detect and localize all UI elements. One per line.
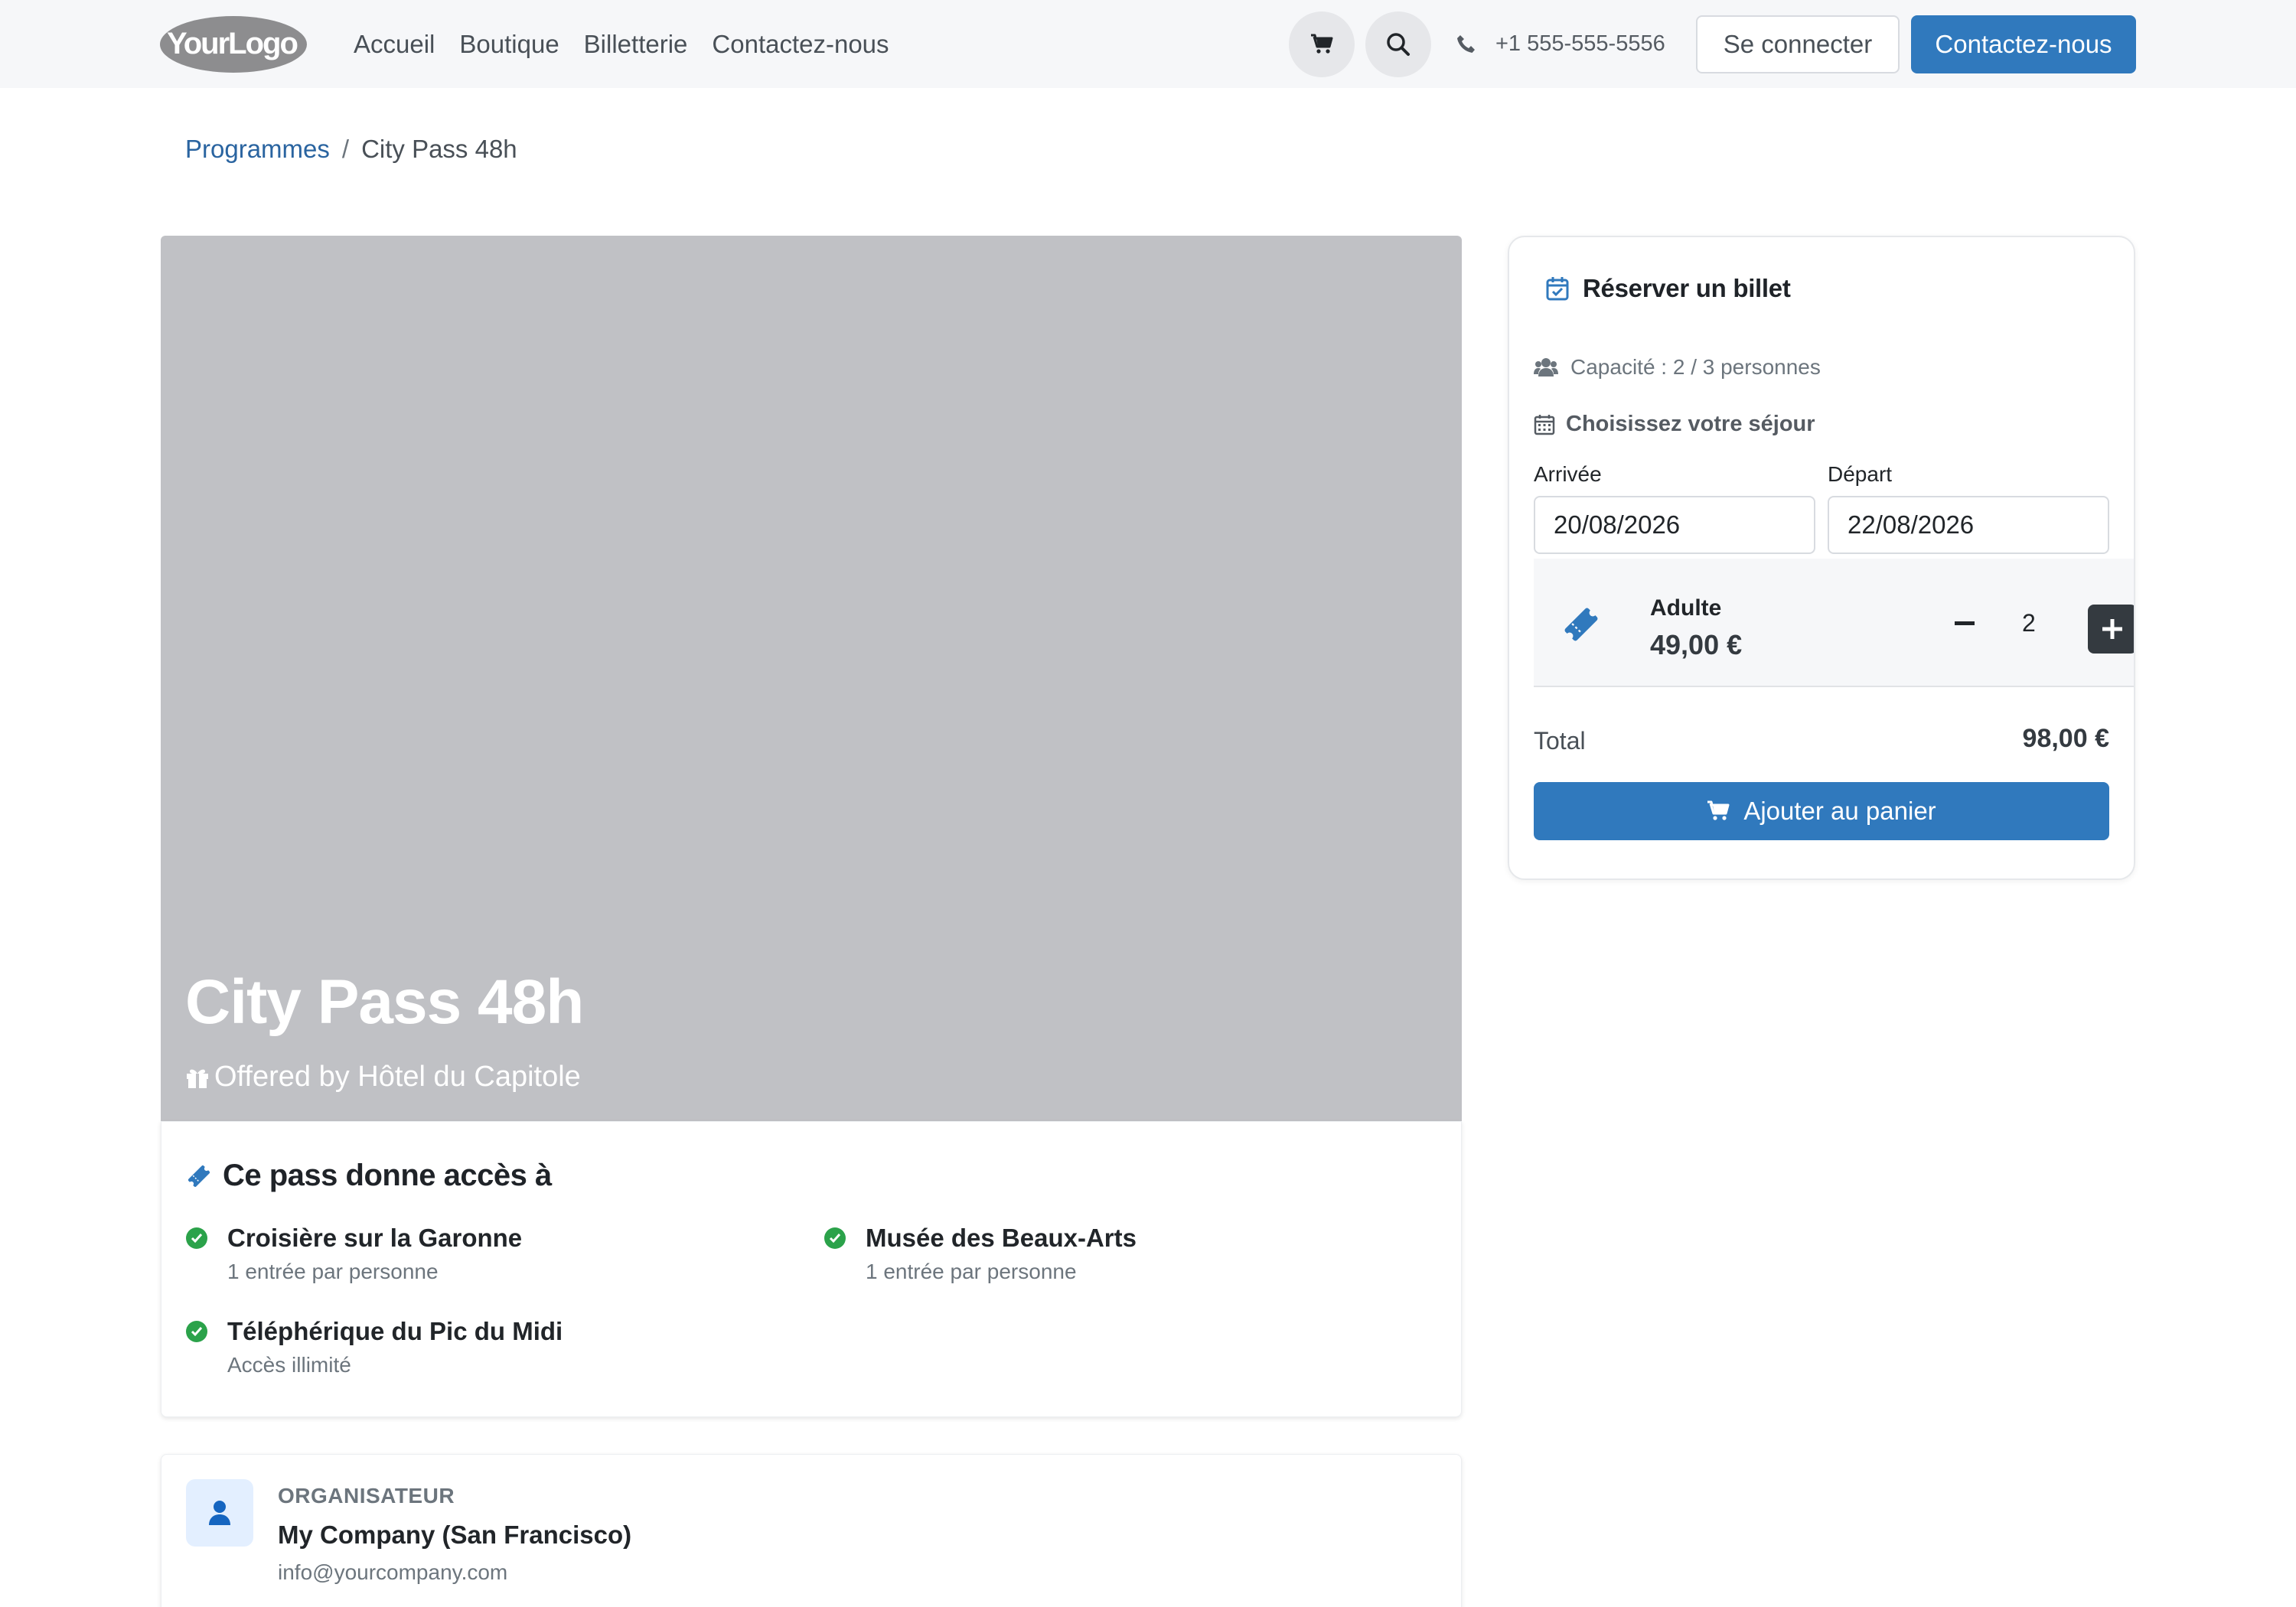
nav-item-contact[interactable]: Contactez-nous: [712, 30, 889, 59]
nav-item-billetterie[interactable]: Billetterie: [584, 30, 688, 59]
breadcrumb: Programmes / City Pass 48h: [185, 135, 517, 164]
calendar-icon: [1534, 414, 1555, 435]
ticket-name: Adulte: [1650, 595, 1722, 621]
access-item-name: Musée des Beaux-Arts: [866, 1224, 1137, 1252]
capacity: Capacité : 2 / 3 personnes: [1534, 355, 1821, 380]
access-item: Croisière sur la Garonne 1 entrée par pe…: [186, 1223, 522, 1284]
add-to-cart-label: Ajouter au panier: [1743, 797, 1936, 825]
arrival-label: Arrivée: [1534, 462, 1602, 486]
main-nav: Accueil Boutique Billetterie Contactez-n…: [354, 0, 889, 88]
plus-icon: [2102, 619, 2122, 639]
logo[interactable]: YourLogo: [159, 14, 308, 73]
nav-item-accueil[interactable]: Accueil: [354, 30, 435, 59]
total-value: 98,00 €: [2022, 724, 2109, 753]
calendar-check-icon: [1546, 277, 1569, 301]
total-label: Total: [1534, 727, 1586, 755]
hero-image: City Pass 48h Offered by Hôtel du Capito…: [161, 236, 1462, 1121]
arrival-date-input[interactable]: 20/08/2026: [1534, 496, 1815, 554]
ticket-row: Adulte 49,00 € 2: [1534, 559, 2134, 687]
login-button[interactable]: Se connecter: [1696, 15, 1900, 73]
organizer-email[interactable]: info@yourcompany.com: [278, 1560, 507, 1585]
nav-item-boutique[interactable]: Boutique: [459, 30, 559, 59]
add-to-cart-button[interactable]: Ajouter au panier: [1534, 782, 2109, 840]
check-circle-icon: [824, 1227, 846, 1249]
hero-subtitle-text: Offered by Hôtel du Capitole: [214, 1061, 581, 1093]
access-item: Téléphérique du Pic du Midi Accès illimi…: [186, 1316, 563, 1377]
stay-label: Choisissez votre séjour: [1534, 412, 1815, 437]
access-item: Musée des Beaux-Arts 1 entrée par person…: [824, 1223, 1137, 1284]
cart-icon: [1707, 800, 1730, 820]
departure-label: Départ: [1828, 462, 1893, 486]
page-title: City Pass 48h: [185, 967, 584, 1037]
access-title: Ce pass donne accès à: [186, 1159, 552, 1193]
organizer-card: ORGANISATEUR My Company (San Francisco) …: [161, 1454, 1462, 1607]
access-item-note: 1 entrée par personne: [866, 1260, 1077, 1283]
ticket-price: 49,00 €: [1650, 629, 1743, 660]
quantity-value: 2: [2022, 609, 2036, 637]
check-circle-icon: [186, 1227, 207, 1249]
booking-card: Réserver un billet Capacité : 2 / 3 pers…: [1508, 236, 2135, 880]
user-icon: [209, 1501, 230, 1525]
access-item-name: Croisière sur la Garonne: [227, 1224, 523, 1252]
phone-icon: [1457, 34, 1475, 53]
capacity-text: Capacité : 2 / 3 personnes: [1570, 355, 1821, 379]
search-icon: [1387, 33, 1410, 56]
avatar: [186, 1479, 253, 1547]
departure-date-input[interactable]: 22/08/2026: [1828, 496, 2109, 554]
ticket-icon: [1561, 605, 1601, 648]
users-icon: [1534, 358, 1558, 376]
access-card: Ce pass donne accès à Croisière sur la G…: [161, 1121, 1462, 1417]
cart-button[interactable]: [1289, 11, 1355, 77]
gift-icon: [187, 1069, 208, 1088]
access-item-name: Téléphérique du Pic du Midi: [227, 1317, 563, 1345]
contact-button[interactable]: Contactez-nous: [1911, 15, 2136, 73]
booking-title-text: Réserver un billet: [1583, 274, 1791, 302]
check-circle-icon: [186, 1321, 207, 1342]
organizer-name: My Company (San Francisco): [278, 1521, 632, 1549]
ticket-icon: [188, 1165, 210, 1187]
hero-subtitle: Offered by Hôtel du Capitole: [185, 1061, 581, 1094]
breadcrumb-programmes[interactable]: Programmes: [185, 135, 330, 164]
site-header: YourLogo Accueil Boutique Billetterie Co…: [0, 0, 2296, 88]
cart-icon: [1311, 34, 1333, 54]
quantity-increase-button[interactable]: [2088, 605, 2134, 654]
phone-link[interactable]: +1 555-555-5556: [1456, 0, 1665, 88]
access-title-text: Ce pass donne accès à: [223, 1159, 552, 1192]
quantity-decrease-button[interactable]: [1945, 605, 1984, 643]
logo-text: YourLogo: [167, 27, 297, 60]
phone-number: +1 555-555-5556: [1495, 31, 1665, 56]
stay-label-text: Choisissez votre séjour: [1566, 412, 1815, 436]
minus-icon: [1955, 621, 1975, 625]
organizer-label: ORGANISATEUR: [278, 1484, 455, 1508]
booking-title: Réserver un billet: [1546, 274, 1791, 303]
breadcrumb-separator: /: [341, 135, 350, 163]
access-item-note: 1 entrée par personne: [227, 1260, 439, 1283]
search-button[interactable]: [1365, 11, 1431, 77]
breadcrumb-current: City Pass 48h: [361, 135, 517, 163]
access-item-note: Accès illimité: [227, 1353, 351, 1377]
